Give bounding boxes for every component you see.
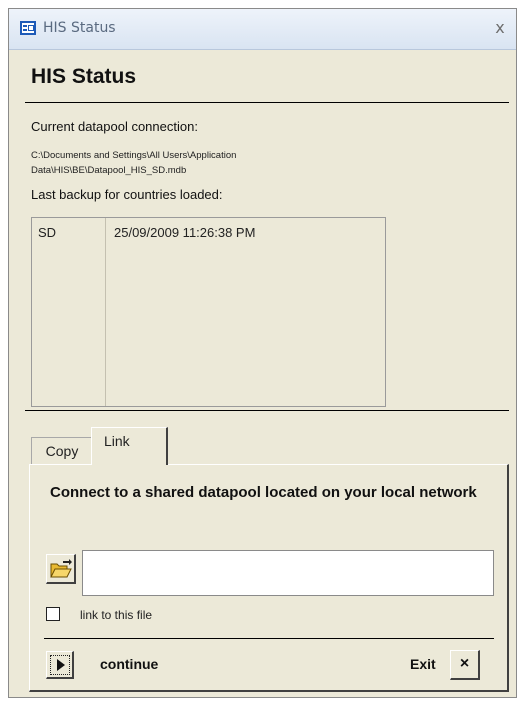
- play-arrow-icon: [57, 659, 65, 671]
- exit-label: Exit: [410, 656, 436, 672]
- link-file-checkbox[interactable]: [46, 607, 60, 621]
- backup-timestamp: 25/09/2009 11:26:38 PM: [114, 225, 256, 240]
- open-folder-icon: [50, 559, 72, 578]
- continue-label: continue: [100, 656, 159, 672]
- list-column-divider: [105, 218, 106, 406]
- file-path-input[interactable]: [82, 550, 494, 596]
- link-tab-panel: Connect to a shared datapool located on …: [29, 464, 509, 692]
- backup-list[interactable]: SD 25/09/2009 11:26:38 PM: [31, 217, 386, 407]
- connection-label: Current datapool connection:: [31, 119, 198, 134]
- link-panel-heading: Connect to a shared datapool located on …: [50, 484, 477, 501]
- backup-label: Last backup for countries loaded:: [31, 187, 223, 202]
- window-title: HIS Status: [43, 20, 116, 36]
- form-heading: HIS Status: [31, 65, 137, 88]
- tab-copy[interactable]: Copy: [31, 437, 93, 465]
- tabs-divider: [25, 410, 509, 411]
- country-code: SD: [38, 225, 57, 240]
- his-status-window: HIS Status x HIS Status Current datapool…: [8, 8, 517, 698]
- tab-link[interactable]: Link: [91, 427, 168, 465]
- continue-button[interactable]: [46, 651, 74, 679]
- exit-button[interactable]: ×: [450, 650, 480, 680]
- heading-divider: [25, 102, 509, 103]
- list-item[interactable]: SD 25/09/2009 11:26:38 PM: [32, 225, 385, 243]
- connection-path: C:\Documents and Settings\All Users\Appl…: [31, 150, 237, 176]
- browse-folder-button[interactable]: [46, 554, 76, 584]
- panel-divider: [44, 638, 494, 639]
- link-file-checkbox-label: link to this file: [80, 608, 153, 622]
- form-window-icon: [20, 21, 36, 35]
- title-bar[interactable]: HIS Status x: [9, 9, 516, 50]
- window-close-button[interactable]: x: [490, 18, 510, 38]
